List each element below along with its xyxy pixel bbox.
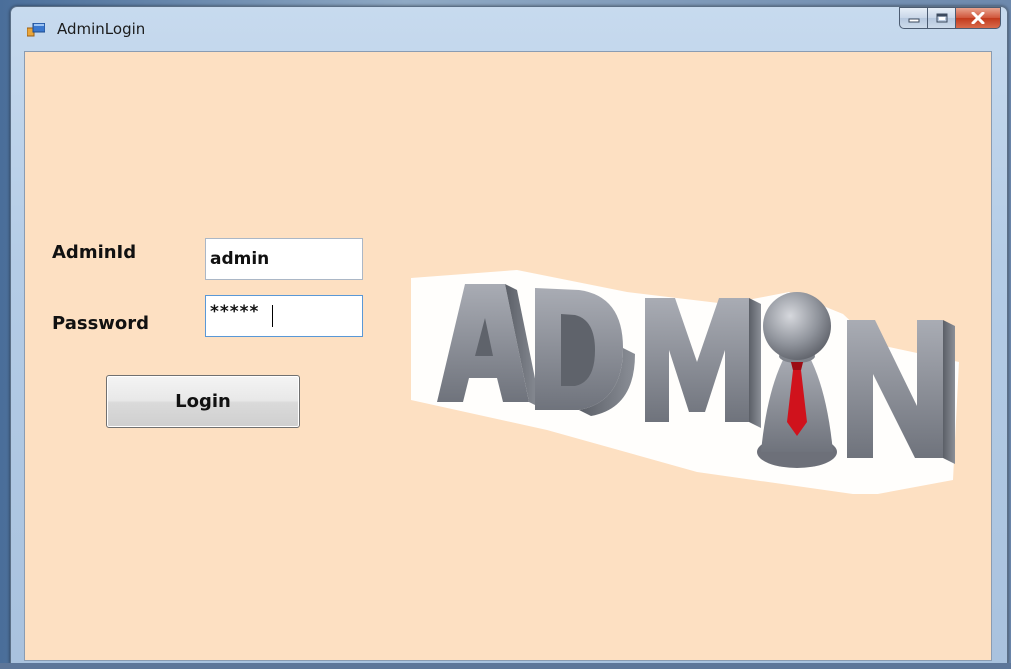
admin-pawn-with-tie-icon <box>411 270 959 494</box>
taskbar-edge <box>0 663 1011 669</box>
admin-login-window: AdminLogin AdminId admin Password ***** … <box>10 6 1008 664</box>
caption-buttons <box>899 7 1001 29</box>
close-icon <box>971 12 985 24</box>
admin-id-label: AdminId <box>52 242 137 263</box>
password-input[interactable]: ***** <box>205 295 363 337</box>
window-title: AdminLogin <box>57 20 146 38</box>
minimize-icon <box>908 18 919 23</box>
password-label: Password <box>52 313 150 334</box>
password-masked-value: ***** <box>210 302 260 322</box>
text-caret <box>272 305 273 327</box>
maximize-icon <box>936 13 947 23</box>
admin-id-input[interactable] <box>205 238 363 280</box>
title-bar[interactable]: AdminLogin <box>11 7 1007 51</box>
minimize-button[interactable] <box>899 7 927 29</box>
maximize-button[interactable] <box>927 7 955 29</box>
form-app-icon <box>27 23 45 37</box>
login-button[interactable]: Login <box>106 375 300 428</box>
form-client-area: AdminId Password ***** Login <box>24 51 992 661</box>
close-button[interactable] <box>955 7 1001 29</box>
